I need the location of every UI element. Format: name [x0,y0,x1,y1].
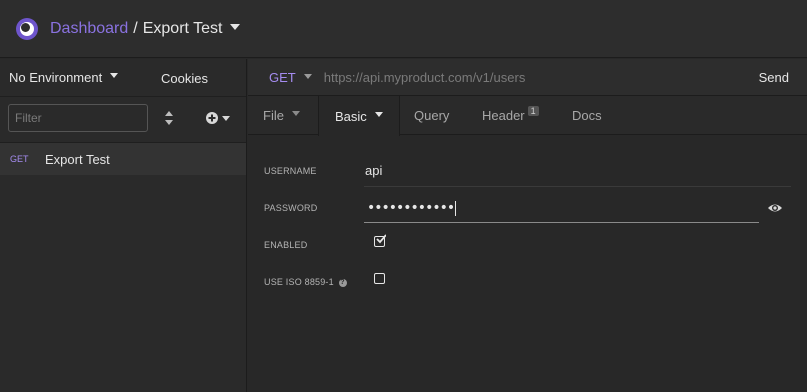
app-header: Dashboard / Export Test [0,0,807,58]
filter-row [0,97,246,143]
enabled-label: ENABLED [264,240,308,250]
tab-docs-label: Docs [572,108,602,123]
file-chevron-down-icon [291,111,300,116]
enabled-checkbox[interactable] [374,234,386,247]
tab-header[interactable]: Header 1 [482,96,539,135]
url-input[interactable]: https://api.myproduct.com/v1/users [324,70,526,85]
method-chevron-down-icon [303,73,312,79]
environment-row: No Environment [0,59,246,97]
tab-basic-label: Basic [335,108,367,124]
tab-file[interactable]: File [263,96,300,135]
add-request-icon[interactable] [205,111,231,125]
password-label: PASSWORD [264,203,318,213]
breadcrumb-separator: / [133,19,138,37]
tab-basic[interactable]: Basic [318,96,400,136]
tab-query-label: Query [414,108,450,123]
basic-chevron-down-icon [374,111,383,117]
username-label: USERNAME [264,166,317,176]
send-button[interactable]: Send [759,70,789,85]
checkmark-icon [376,234,386,244]
iso-8859-label: USE ISO 8859-1 ? [264,277,347,287]
tab-file-label: File [263,108,284,123]
cookies-button[interactable]: Cookies [161,71,208,86]
tab-query[interactable]: Query [414,96,449,135]
header-count-badge: 1 [527,105,539,116]
username-input[interactable]: api [365,163,382,178]
filter-input[interactable] [8,104,148,132]
tab-docs[interactable]: Docs [572,96,602,135]
username-underline [364,186,791,187]
request-tabs: File Basic Query Header 1 Docs [248,96,807,136]
environment-chevron-down-icon[interactable] [110,73,119,78]
sidebar: No Environment Cookies GET Export Test [0,59,247,392]
password-input[interactable]: •••••••••••• [364,194,759,223]
insomnia-logo-icon[interactable] [16,17,38,40]
sort-icon[interactable] [164,110,174,126]
request-list-item[interactable]: GET Export Test [0,143,246,175]
url-bar: GET https://api.myproduct.com/v1/users S… [248,59,807,96]
method-label: GET [269,69,296,85]
password-value: •••••••••••• [367,200,457,216]
iso-8859-checkbox[interactable] [374,273,385,284]
breadcrumb-dashboard-link[interactable]: Dashboard [50,20,128,38]
request-method-badge: GET [10,154,29,164]
workspace-dropdown-chevron-icon[interactable] [230,23,241,30]
show-password-eye-icon[interactable] [767,202,783,214]
environment-selector[interactable]: No Environment [9,70,102,85]
request-name: Export Test [45,151,110,167]
help-icon[interactable]: ? [338,278,347,287]
workspace-title[interactable]: Export Test [143,20,223,38]
method-selector[interactable]: GET [269,70,312,85]
tab-header-label: Header [482,108,525,123]
